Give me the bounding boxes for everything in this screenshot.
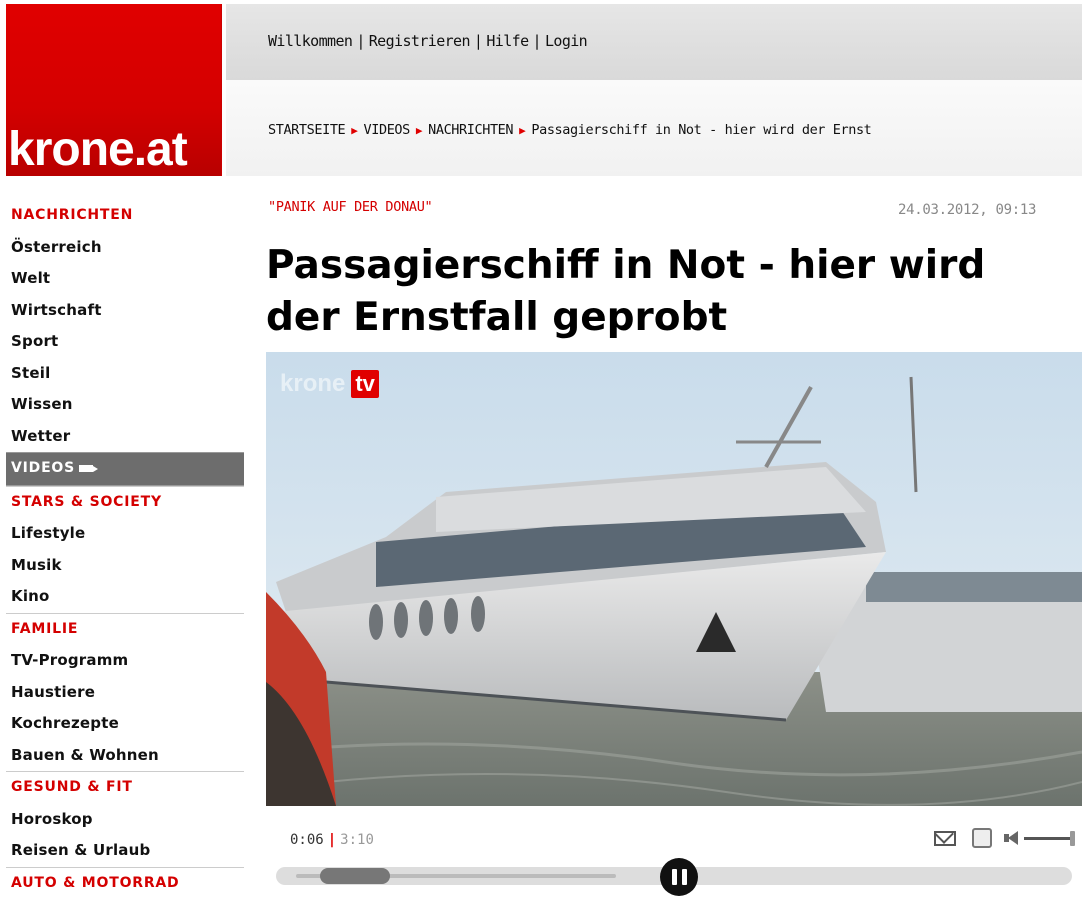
sidebar-item-nachrichten[interactable]: NACHRICHTEN	[6, 200, 244, 232]
video-player[interactable]: krone tv	[266, 352, 1082, 806]
krone-tv-logo: krone tv	[280, 370, 379, 398]
sidebar-item-label: Kochrezepte	[11, 714, 119, 732]
article-headline: Passagierschiff in Not - hier wird der E…	[266, 240, 1082, 344]
sidebar-item-label: Sport	[11, 332, 59, 350]
sidebar-item-sport[interactable]: Sport	[6, 326, 244, 358]
video-frame-image	[266, 352, 1082, 806]
video-controls: 0:06 | 3:10	[266, 806, 1082, 905]
sidebar-item-bauen-wohnen[interactable]: Bauen & Wohnen	[6, 740, 244, 772]
sidebar-item-label: AUTO & MOTORRAD	[11, 874, 180, 891]
sidebar-item-label: Lifestyle	[11, 524, 86, 542]
crumb-current: Passagierschiff in Not - hier wird der E…	[531, 122, 872, 138]
sidebar-item-label: NACHRICHTEN	[11, 207, 134, 223]
sidebar-item-label: Wissen	[11, 395, 73, 413]
sidebar-item-label: FAMILIE	[11, 620, 79, 637]
total-duration: 3:10	[340, 832, 374, 848]
current-time: 0:06	[290, 832, 324, 848]
pause-icon	[681, 869, 687, 885]
sidebar-item-label: GESUND & FIT	[11, 779, 133, 795]
sidebar-item-wetter[interactable]: Wetter	[6, 421, 244, 453]
top-links: Willkommen | Registrieren | Hilfe | Login	[268, 32, 588, 50]
crumb-nachrichten[interactable]: NACHRICHTEN	[428, 122, 513, 138]
sidebar-item-wissen[interactable]: Wissen	[6, 389, 244, 421]
tv-badge: tv	[351, 370, 379, 398]
tv-logo-text: krone	[280, 370, 346, 397]
sidebar-item-tv-programm[interactable]: TV-Programm	[6, 645, 244, 677]
sidebar-item-österreich[interactable]: Österreich	[6, 232, 244, 264]
crumb-startseite[interactable]: STARTSEITE	[268, 122, 346, 138]
headline-line-2: der Ernstfall geprobt	[266, 295, 728, 340]
top-bar: Willkommen | Registrieren | Hilfe | Login	[226, 4, 1082, 80]
sidebar-item-label: Bauen & Wohnen	[11, 745, 159, 764]
control-icons	[934, 828, 1075, 848]
link-registrieren[interactable]: Registrieren	[369, 32, 471, 50]
share-mail-icon[interactable]	[934, 830, 956, 846]
sidebar-item-steil[interactable]: Steil	[6, 358, 244, 390]
sidebar-item-label: Horoskop	[11, 809, 93, 828]
crumb-arrow-icon: ▶	[519, 124, 526, 137]
fullscreen-icon[interactable]	[972, 828, 992, 848]
article-kicker: "PANIK AUF DER DONAU"	[268, 199, 433, 215]
sidebar-item-musik[interactable]: Musik	[6, 550, 244, 582]
sidebar-nav: NACHRICHTEN Österreich Welt Wirtschaft Sport…	[6, 200, 244, 899]
sidebar-item-auto-motorrad[interactable]: AUTO & MOTORRAD	[6, 866, 244, 900]
pause-icon	[671, 869, 677, 885]
crumb-arrow-icon: ▶	[351, 124, 358, 137]
sidebar-item-label: Musik	[11, 555, 62, 574]
sidebar-item-label: Reisen & Urlaub	[11, 841, 151, 859]
sidebar-item-label: Steil	[11, 363, 51, 382]
breadcrumb-bar: STARTSEITE ▶ VIDEOS ▶ NACHRICHTEN ▶ Passagiers…	[226, 80, 1082, 176]
volume-control[interactable]	[1004, 830, 1075, 846]
sidebar-item-stars-society[interactable]: STARS & SOCIETY	[6, 485, 244, 519]
link-login[interactable]: Login	[545, 32, 588, 50]
sidebar-item-lifestyle[interactable]: Lifestyle	[6, 518, 244, 550]
crumb-arrow-icon: ▶	[415, 124, 423, 137]
link-willkommen[interactable]: Willkommen	[268, 32, 353, 50]
site-logo[interactable]: krone.at	[6, 4, 222, 176]
sidebar-item-label: Wetter	[11, 426, 71, 445]
sidebar-item-familie[interactable]: FAMILIE	[6, 612, 244, 646]
volume-knob[interactable]	[1070, 830, 1075, 846]
article-date: 24.03.2012, 09:13	[898, 202, 1037, 218]
sidebar-item-kino[interactable]: Kino	[6, 581, 244, 613]
sidebar-item-haustiere[interactable]: Haustiere	[6, 677, 244, 709]
time-display: 0:06 | 3:10	[290, 832, 374, 848]
link-hilfe[interactable]: Hilfe	[486, 32, 529, 50]
sidebar-item-videos[interactable]: VIDEOS	[6, 452, 244, 486]
headline-line-1: Passagierschiff in Not - hier wird	[266, 243, 986, 288]
sidebar-item-welt[interactable]: Welt	[6, 263, 244, 295]
sidebar-item-label: Kino	[11, 587, 50, 605]
sidebar-item-gesund-fit[interactable]: GESUND & FIT	[6, 771, 244, 804]
sidebar-item-label: Welt	[11, 269, 51, 287]
logo-text: krone.at	[8, 123, 188, 176]
sidebar-item-kochrezepte[interactable]: Kochrezepte	[6, 708, 244, 740]
sidebar-item-label: Wirtschaft	[11, 300, 102, 319]
pause-button[interactable]	[660, 858, 698, 896]
sidebar-item-wirtschaft[interactable]: Wirtschaft	[6, 295, 244, 327]
sidebar-item-horoskop[interactable]: Horoskop	[6, 804, 244, 836]
breadcrumb: STARTSEITE ▶ VIDEOS ▶ NACHRICHTEN ▶ Passagiers…	[268, 122, 872, 138]
video-camera-icon	[79, 464, 99, 472]
sidebar-item-label: STARS & SOCIETY	[11, 493, 162, 510]
crumb-videos[interactable]: VIDEOS	[364, 122, 411, 138]
sidebar-item-reisen-urlaub[interactable]: Reisen & Urlaub	[6, 835, 244, 867]
speaker-icon[interactable]	[1004, 831, 1018, 845]
sidebar-item-label: VIDEOS	[11, 460, 76, 476]
seek-thumb[interactable]	[319, 868, 390, 884]
sidebar-item-label: Österreich	[11, 237, 102, 256]
volume-slider[interactable]	[1024, 830, 1075, 846]
sidebar-item-label: TV-Programm	[11, 651, 129, 669]
sidebar-item-label: Haustiere	[11, 682, 96, 701]
